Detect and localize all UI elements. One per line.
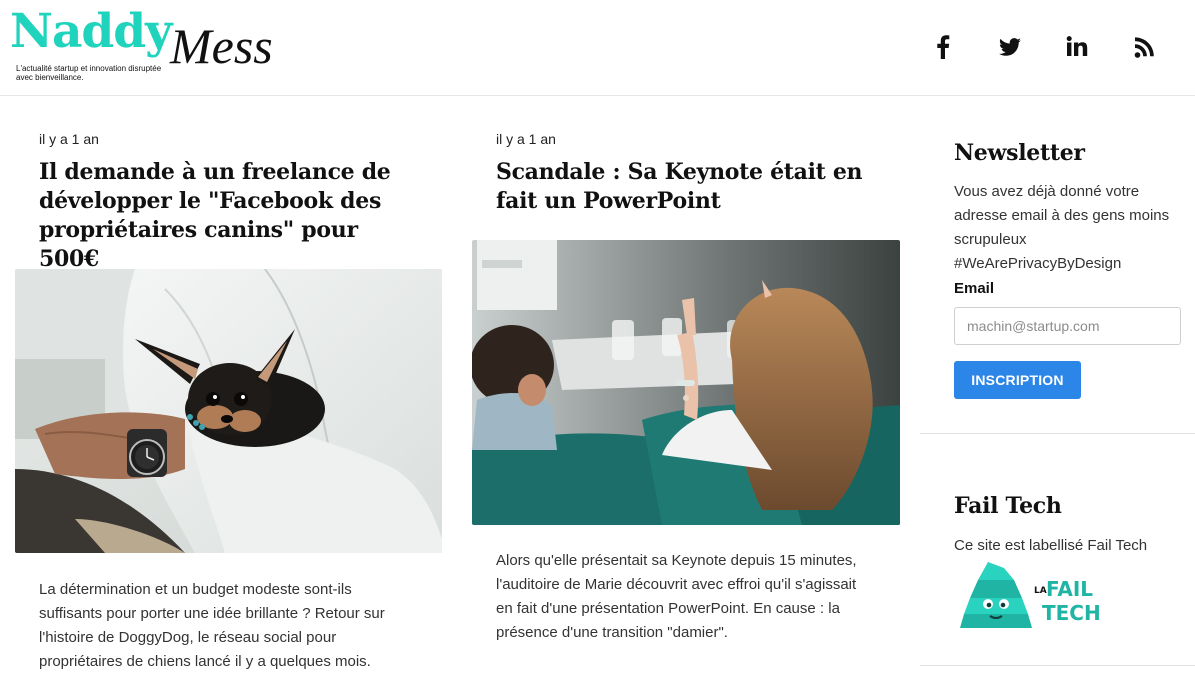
subscribe-button[interactable]: INSCRIPTION: [954, 361, 1081, 399]
rss-icon: [1134, 37, 1154, 58]
email-label: Email: [954, 280, 995, 297]
widget-divider: [920, 433, 1195, 434]
logo-tagline: L'actualité startup et innovation disrup…: [16, 64, 162, 82]
twitter-icon: [998, 38, 1021, 56]
site-header: Naddy Mess L'actualité startup et innova…: [0, 0, 1195, 96]
linkedin-link[interactable]: [1043, 30, 1110, 64]
rss-link[interactable]: [1110, 30, 1177, 64]
facebook-icon: [936, 35, 949, 59]
widget-divider: [920, 665, 1195, 666]
presentation-photo: [472, 240, 900, 525]
twitter-link[interactable]: [976, 30, 1043, 64]
failtech-text: Ce site est labellisé Fail Tech: [954, 537, 1148, 554]
email-field[interactable]: [954, 307, 1181, 345]
failtech-badge-line2: TECH: [1042, 601, 1101, 625]
logo-mess: Mess: [170, 18, 273, 74]
failtech-badge-small: LA: [1034, 586, 1047, 596]
article-date: il y a 1 an: [496, 131, 556, 147]
failtech-badge[interactable]: LA FAIL TECH: [956, 558, 1101, 634]
newsletter-title: Newsletter: [954, 140, 1085, 166]
article-card-2: il y a 1 an Scandale : Sa Keynote était …: [472, 96, 900, 677]
article-excerpt: La détermination et un budget modeste so…: [39, 581, 385, 670]
article-image-presentation[interactable]: [472, 240, 900, 525]
site-logo[interactable]: Naddy Mess L'actualité startup et innova…: [10, 4, 300, 86]
sidebar: Newsletter Vous avez déjà donné votre ad…: [920, 96, 1195, 677]
article-excerpt: Alors qu'elle présentait sa Keynote depu…: [496, 552, 857, 641]
failtech-title: Fail Tech: [954, 493, 1062, 519]
article-title[interactable]: Il demande à un freelance de développer …: [39, 158, 419, 274]
dog-photo: [15, 269, 442, 553]
logo-naddy: Naddy: [10, 4, 172, 59]
article-date: il y a 1 an: [39, 131, 99, 147]
article-title[interactable]: Scandale : Sa Keynote était en fait un P…: [496, 158, 886, 216]
facebook-link[interactable]: [909, 30, 976, 64]
article-image-dog[interactable]: [15, 269, 442, 553]
social-links: [909, 30, 1177, 64]
poop-icon: [960, 562, 1032, 628]
linkedin-icon: [1066, 36, 1087, 56]
newsletter-text: Vous avez déjà donné votre adresse email…: [954, 183, 1170, 272]
article-card-1: il y a 1 an Il demande à un freelance de…: [15, 96, 442, 677]
failtech-badge-line1: FAIL: [1046, 577, 1094, 601]
